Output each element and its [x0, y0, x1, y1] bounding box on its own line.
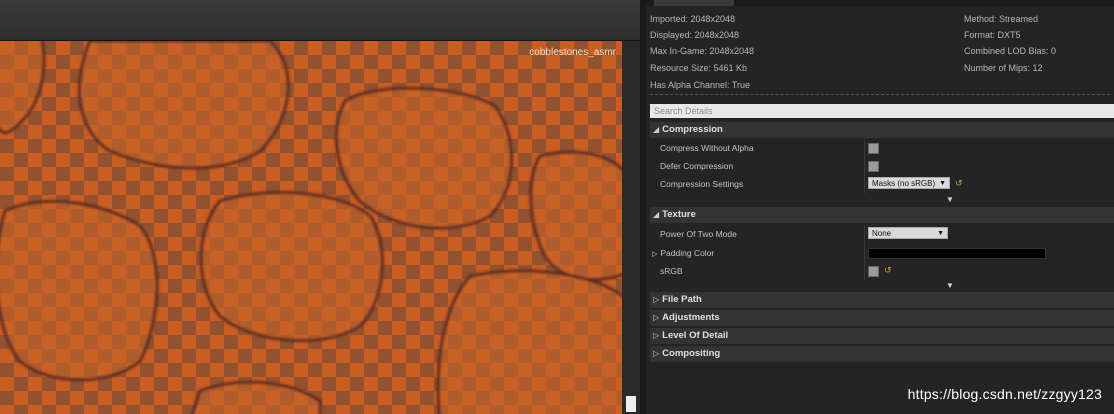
compression-settings-dropdown[interactable]: Masks (no sRGB) ▼ [868, 177, 950, 189]
padding-color-label: Padding Color [660, 248, 715, 258]
info-displayed: Displayed: 2048x2048 [650, 30, 740, 40]
prop-row-padding-color: ▷ Padding Color [650, 244, 1114, 262]
reset-to-default-icon[interactable]: ↺ [955, 178, 963, 189]
info-combined-lod-bias: Combined LOD Bias: 0 [964, 46, 1057, 56]
info-imported: Imported: 2048x2048 [650, 14, 736, 24]
category-adjustments[interactable]: ▷ Adjustments [650, 310, 1114, 326]
category-compression[interactable]: ◢ Compression [650, 122, 1114, 138]
collapsed-arrow-icon: ▷ [653, 313, 660, 322]
reset-to-default-icon[interactable]: ↺ [884, 265, 892, 276]
power-of-two-mode-label: Power Of Two Mode [660, 229, 737, 239]
info-method: Method: Streamed [964, 14, 1039, 24]
info-format: Format: DXT5 [964, 30, 1021, 40]
defer-compression-checkbox[interactable] [868, 161, 879, 172]
search-details-input[interactable]: Search Details [650, 104, 1114, 118]
prop-row-defer-compression: Defer Compression [650, 157, 1114, 175]
column-divider[interactable] [864, 262, 865, 280]
viewport-toolbar [0, 0, 640, 41]
watermark-text: https://blog.csdn.net/zzgyy123 [907, 386, 1102, 402]
advanced-expand-arrow-icon[interactable]: ▼ [946, 195, 954, 204]
details-panel: Imported: 2048x2048 Displayed: 2048x2048… [646, 0, 1114, 414]
compression-settings-label: Compression Settings [660, 179, 744, 189]
prop-row-power-of-two-mode: Power Of Two Mode None ▼ [650, 225, 1114, 243]
column-divider[interactable] [864, 157, 865, 175]
column-divider[interactable] [864, 139, 865, 157]
category-adjustments-label: Adjustments [662, 312, 720, 323]
power-of-two-mode-dropdown[interactable]: None ▼ [868, 227, 948, 239]
category-compositing-label: Compositing [662, 348, 721, 359]
texture-viewport: cobblestones_asmr [0, 0, 640, 414]
defer-compression-label: Defer Compression [660, 161, 734, 171]
category-texture-label: Texture [662, 209, 696, 220]
category-level-of-detail[interactable]: ▷ Level Of Detail [650, 328, 1114, 344]
category-file-path-label: File Path [662, 294, 702, 305]
dropdown-caret-icon: ▼ [939, 180, 946, 187]
category-compositing[interactable]: ▷ Compositing [650, 346, 1114, 362]
srgb-checkbox[interactable] [868, 266, 879, 277]
collapsed-arrow-icon: ▷ [652, 251, 658, 258]
info-max-in-game: Max In-Game: 2048x2048 [650, 46, 755, 56]
texture-preview-canvas[interactable]: cobblestones_asmr [0, 41, 622, 414]
compression-settings-value: Masks (no sRGB) [872, 179, 936, 188]
srgb-label: sRGB [660, 266, 683, 276]
column-divider[interactable] [864, 175, 865, 193]
column-divider[interactable] [864, 225, 865, 243]
expanded-arrow-icon: ◢ [653, 210, 660, 219]
info-num-mips: Number of Mips: 12 [964, 63, 1043, 73]
collapsed-arrow-icon: ▷ [653, 295, 660, 304]
prop-row-compress-without-alpha: Compress Without Alpha [650, 139, 1114, 157]
texture-name-label: cobblestones_asmr [529, 47, 616, 58]
compress-without-alpha-label: Compress Without Alpha [660, 143, 754, 153]
details-tab-strip [646, 0, 1114, 6]
compress-without-alpha-checkbox[interactable] [868, 143, 879, 154]
cobblestone-texture-graphic [0, 41, 622, 414]
expanded-arrow-icon: ◢ [653, 125, 660, 134]
info-resource-size: Resource Size: 5461 Kb [650, 63, 748, 73]
prop-row-srgb: sRGB ↺ [650, 262, 1114, 280]
power-of-two-mode-value: None [872, 229, 892, 238]
dropdown-caret-icon: ▼ [937, 230, 944, 237]
tab-details[interactable] [654, 0, 734, 6]
category-file-path[interactable]: ▷ File Path [650, 292, 1114, 308]
category-level-of-detail-label: Level Of Detail [662, 330, 729, 341]
collapsed-arrow-icon: ▷ [653, 349, 660, 358]
padding-color-label-wrap[interactable]: ▷ Padding Color [652, 248, 714, 258]
category-compression-label: Compression [662, 124, 723, 135]
collapsed-arrow-icon: ▷ [653, 331, 660, 340]
info-separator [650, 94, 1110, 96]
viewport-scroll-thumb[interactable] [626, 396, 636, 412]
category-texture[interactable]: ◢ Texture [650, 207, 1114, 223]
advanced-expand-arrow-icon[interactable]: ▼ [946, 281, 954, 290]
column-divider[interactable] [864, 244, 865, 262]
prop-row-compression-settings: Compression Settings Masks (no sRGB) ▼ ↺ [650, 175, 1114, 193]
info-has-alpha: Has Alpha Channel: True [650, 80, 751, 90]
viewport-scrollbar[interactable] [622, 41, 640, 414]
padding-color-swatch[interactable] [868, 248, 1046, 259]
